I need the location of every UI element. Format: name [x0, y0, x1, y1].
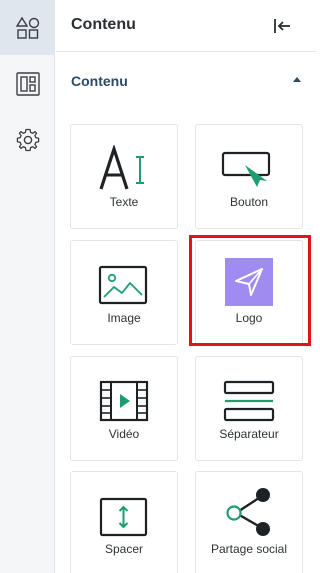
layout-icon [15, 71, 40, 96]
tile-label: Image [107, 311, 141, 325]
button-icon [221, 151, 271, 187]
caret-up-icon [293, 77, 301, 82]
social-share-icon [226, 488, 270, 536]
tile-label: Logo [235, 311, 263, 325]
collapse-panel-button[interactable] [269, 14, 295, 38]
sidebar-rail [0, 0, 55, 573]
tile-spacer[interactable]: Spacer [70, 471, 178, 573]
rail-content-button[interactable] [0, 0, 55, 55]
logo-icon [225, 258, 273, 306]
collapse-left-icon [274, 19, 290, 33]
tile-label: Séparateur [219, 427, 279, 441]
tile-label: Spacer [104, 542, 144, 556]
tile-label: Bouton [229, 195, 269, 209]
tile-separateur[interactable]: Séparateur [195, 356, 303, 461]
section-title: Contenu [71, 73, 128, 89]
panel-header: Contenu [56, 0, 316, 52]
tile-label: Vidéo [108, 427, 140, 441]
separator-icon [223, 380, 275, 422]
text-icon [99, 145, 144, 190]
panel-title: Contenu [71, 16, 136, 33]
tile-video[interactable]: Vidéo [70, 356, 178, 461]
gear-icon [16, 128, 39, 151]
spacer-icon [99, 497, 148, 537]
tile-label: Partage social [210, 542, 288, 556]
shapes-icon [15, 16, 39, 39]
tile-logo[interactable]: Logo [195, 240, 303, 345]
video-icon [99, 380, 149, 422]
rail-settings-button[interactable] [0, 112, 55, 167]
tile-label: Texte [109, 195, 139, 209]
tile-bouton[interactable]: Bouton [195, 124, 303, 229]
image-icon [98, 265, 148, 305]
tile-texte[interactable]: Texte [70, 124, 178, 229]
tile-partage-social[interactable]: Partage social [195, 471, 303, 573]
section-header-contenu[interactable]: Contenu [56, 53, 316, 109]
tile-image[interactable]: Image [70, 240, 178, 345]
rail-layout-button[interactable] [0, 56, 55, 111]
